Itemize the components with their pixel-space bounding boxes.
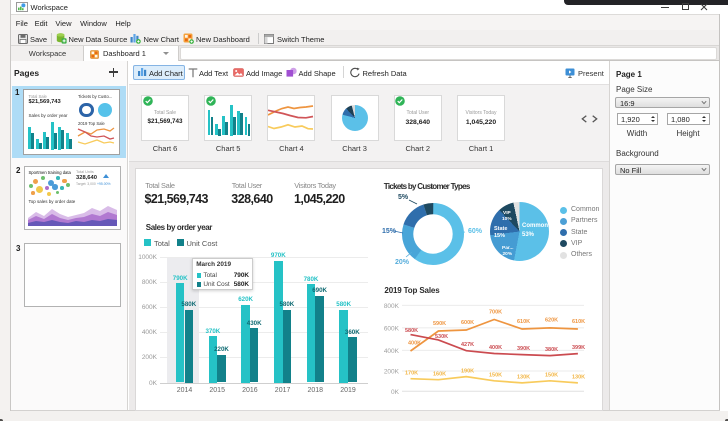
svg-text:390K: 390K — [517, 346, 530, 352]
svg-text:427K: 427K — [461, 342, 474, 348]
svg-text:200K: 200K — [384, 369, 400, 376]
svg-text:600K: 600K — [461, 320, 474, 326]
svg-text:160K: 160K — [433, 372, 446, 378]
svg-text:399K: 399K — [572, 345, 585, 351]
svg-text:800K: 800K — [384, 303, 400, 310]
svg-text:400K: 400K — [408, 341, 421, 347]
svg-text:530K: 530K — [435, 334, 448, 340]
svg-text:130K: 130K — [517, 375, 530, 381]
svg-text:610K: 610K — [517, 319, 530, 325]
svg-text:380K: 380K — [545, 347, 558, 353]
svg-text:0K: 0K — [391, 389, 400, 396]
svg-text:600K: 600K — [384, 326, 400, 333]
svg-text:620K: 620K — [545, 318, 558, 324]
svg-text:400K: 400K — [384, 348, 400, 355]
svg-text:170K: 170K — [405, 371, 418, 377]
svg-text:610K: 610K — [572, 319, 585, 325]
svg-text:190K: 190K — [461, 368, 474, 374]
svg-text:700K: 700K — [489, 309, 502, 315]
svg-text:400K: 400K — [489, 345, 502, 351]
svg-text:590K: 590K — [433, 321, 446, 327]
svg-text:150K: 150K — [545, 373, 558, 379]
svg-text:130K: 130K — [572, 375, 585, 381]
svg-text:580K: 580K — [405, 328, 418, 334]
svg-text:150K: 150K — [489, 373, 502, 379]
